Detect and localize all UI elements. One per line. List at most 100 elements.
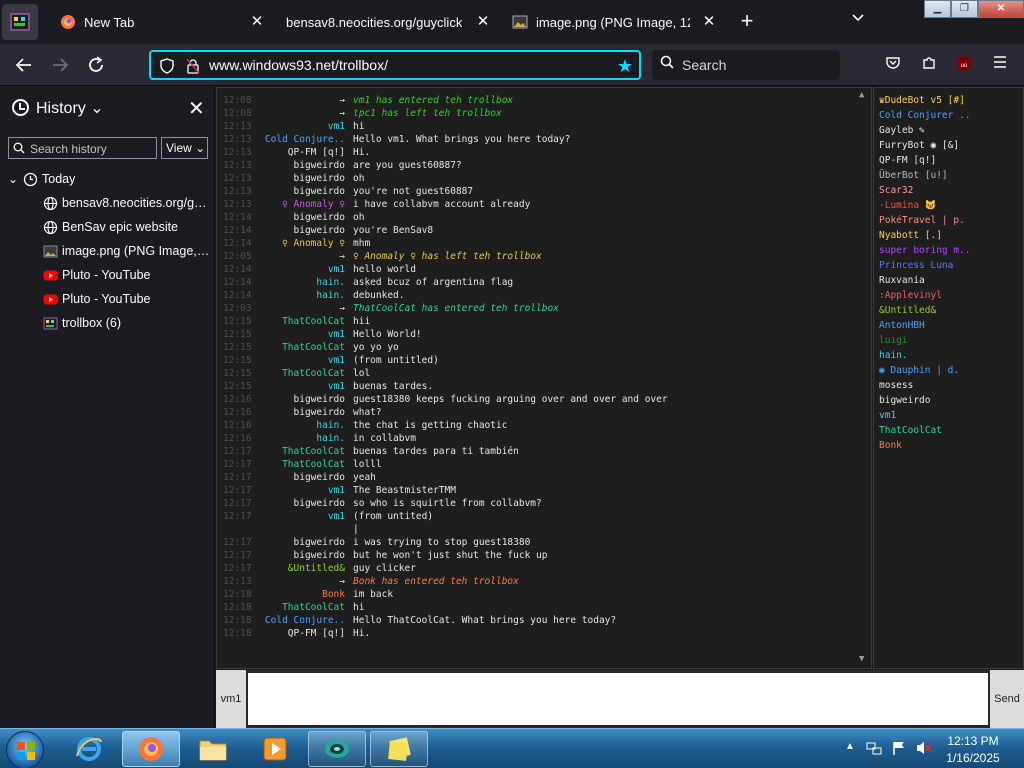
user-list-item[interactable]: luigi xyxy=(879,333,1009,348)
message-nick[interactable]: bigweirdo xyxy=(294,211,345,224)
user-list-item[interactable]: FurryBot ◉ [&] xyxy=(879,138,1009,153)
user-list-item[interactable]: Princess Luna xyxy=(879,258,1009,273)
trollbox-app-icon[interactable] xyxy=(2,4,38,40)
sidebar-title[interactable]: History ⌄ xyxy=(36,98,104,118)
bookmark-star-icon[interactable]: ★ xyxy=(615,56,635,76)
user-list-item[interactable]: AntonHBH xyxy=(879,318,1009,333)
reload-button[interactable] xyxy=(83,53,109,77)
menu-hamburger-icon[interactable] xyxy=(990,55,1010,75)
message-nick[interactable]: QP-FM [q!] xyxy=(288,627,345,640)
message-nick[interactable]: bigweirdo xyxy=(294,393,345,406)
user-list-item[interactable]: mosess xyxy=(879,378,1009,393)
message-nick[interactable]: bigweirdo xyxy=(294,224,345,237)
message-nick[interactable]: vm1 xyxy=(328,263,345,276)
message-nick[interactable]: QP-FM [q!] xyxy=(288,146,345,159)
user-list-item[interactable]: vm1 xyxy=(879,408,1009,423)
tab-close-button[interactable]: ✕ xyxy=(700,13,718,31)
ublock-origin-icon[interactable]: uo xyxy=(954,55,974,75)
clock-time[interactable]: 12:13 PM xyxy=(940,734,1006,748)
message-nick[interactable]: vm1 xyxy=(328,354,345,367)
user-list-item[interactable]: Scar32 xyxy=(879,183,1009,198)
history-search-input[interactable]: Search history xyxy=(8,137,157,159)
user-list-item[interactable]: Bonk xyxy=(879,438,1009,453)
history-item[interactable]: Pluto - YouTube xyxy=(0,264,214,286)
message-nick[interactable]: vm1 xyxy=(328,120,345,133)
message-nick[interactable]: bigweirdo xyxy=(294,497,345,510)
user-list-item[interactable]: ◉ Dauphin | d. xyxy=(879,363,1009,378)
user-list-item[interactable]: ÜberBot [u!] xyxy=(879,168,1009,183)
chat-scrollbar[interactable]: ▲ ▼ xyxy=(857,88,871,668)
pocket-icon[interactable] xyxy=(883,55,903,75)
app-taskbar-icon[interactable] xyxy=(308,731,366,767)
firefox-taskbar-icon[interactable] xyxy=(122,731,180,767)
user-list-item[interactable]: :Applevinyl xyxy=(879,288,1009,303)
message-nick[interactable]: ThatCoolCat xyxy=(282,367,345,380)
clock-date[interactable]: 1/16/2025 xyxy=(940,751,1006,765)
media-player-icon[interactable] xyxy=(246,731,304,767)
message-nick[interactable]: vm1 xyxy=(328,328,345,341)
tab-new-tab[interactable]: New Tab ✕ xyxy=(60,4,270,40)
user-list-item[interactable]: bigweirdo xyxy=(879,393,1009,408)
message-nick[interactable]: bigweirdo xyxy=(294,185,345,198)
message-nick[interactable]: bigweirdo xyxy=(294,159,345,172)
close-window-button[interactable]: ✕ xyxy=(978,0,1024,18)
back-button[interactable] xyxy=(11,53,37,77)
network-icon[interactable] xyxy=(866,740,882,759)
tab-image-png[interactable]: image.png (PNG Image, 1223 ✕ xyxy=(512,4,722,40)
message-nick[interactable]: vm1 xyxy=(328,380,345,393)
show-hidden-icons-chevron-icon[interactable]: ▲ xyxy=(845,741,855,752)
extensions-puzzle-icon[interactable] xyxy=(919,55,939,75)
message-nick[interactable]: ♀ Anomaly ♀ xyxy=(282,237,345,250)
message-input[interactable] xyxy=(248,673,988,725)
message-nick[interactable]: &Untitled& xyxy=(288,562,345,575)
message-nick[interactable]: bigweirdo xyxy=(294,406,345,419)
user-list-item[interactable]: Nyabott [.] xyxy=(879,228,1009,243)
message-nick[interactable]: hain. xyxy=(316,432,345,445)
scroll-up-icon[interactable]: ▲ xyxy=(859,90,864,100)
url-bar[interactable]: www.windows93.net/trollbox/ ★ xyxy=(149,50,641,80)
message-nick[interactable]: Bonk xyxy=(322,588,345,601)
online-users-list[interactable]: ♛DudeBot v5 [#] Cold Conjurer .. Gayleb ✎ F… xyxy=(873,87,1024,669)
message-nick[interactable]: ThatCoolCat xyxy=(282,458,345,471)
history-item[interactable]: BenSav epic website xyxy=(0,216,214,238)
sidebar-close-button[interactable]: ✕ xyxy=(188,96,205,121)
message-nick[interactable]: ThatCoolCat xyxy=(282,315,345,328)
user-list-item[interactable]: QP-FM [q!] xyxy=(879,153,1009,168)
message-nick[interactable]: ThatCoolCat xyxy=(282,445,345,458)
message-nick[interactable]: hain. xyxy=(316,276,345,289)
forward-button[interactable] xyxy=(47,53,73,77)
message-nick[interactable]: ThatCoolCat xyxy=(282,341,345,354)
user-list-item[interactable]: PokéTravel | p. xyxy=(879,213,1009,228)
tab-guyclicker[interactable]: bensav8.neocities.org/guyclicker ✕ xyxy=(286,4,496,40)
history-item[interactable]: Pluto - YouTube xyxy=(0,288,214,310)
lock-icon[interactable] xyxy=(183,56,203,76)
send-button[interactable]: Send xyxy=(990,670,1024,728)
user-list-item[interactable]: Gayleb ✎ xyxy=(879,123,1009,138)
sticky-notes-icon[interactable] xyxy=(370,731,428,767)
search-bar[interactable]: Search xyxy=(652,50,840,80)
message-nick[interactable]: bigweirdo xyxy=(294,471,345,484)
tab-close-button[interactable]: ✕ xyxy=(248,13,266,31)
file-explorer-icon[interactable] xyxy=(184,731,242,767)
user-list-item[interactable]: Ruxvania xyxy=(879,273,1009,288)
scroll-down-icon[interactable]: ▼ xyxy=(859,654,864,664)
history-item[interactable]: trollbox (6) xyxy=(0,312,214,334)
tab-close-button[interactable]: ✕ xyxy=(474,13,492,31)
view-dropdown[interactable]: View ⌄ xyxy=(161,137,208,159)
nickname-button[interactable]: vm1 xyxy=(216,670,246,728)
message-nick[interactable]: Cold Conjure.. xyxy=(265,614,345,627)
message-nick[interactable]: bigweirdo xyxy=(294,536,345,549)
history-item[interactable]: image.png (PNG Image, 1... xyxy=(0,240,214,262)
user-list-item[interactable]: ♛DudeBot v5 [#] xyxy=(879,93,1009,108)
history-item[interactable]: bensav8.neocities.org/guy... xyxy=(0,192,214,214)
start-button[interactable] xyxy=(6,731,44,768)
maximize-button[interactable]: ❐ xyxy=(951,0,978,18)
user-list-item[interactable]: hain. xyxy=(879,348,1009,363)
user-list-item[interactable]: Cold Conjurer .. xyxy=(879,108,1009,123)
history-group-today[interactable]: ⌄ Today xyxy=(0,168,214,190)
message-nick[interactable]: ♀ Anomaly ♀ xyxy=(282,198,345,211)
user-list-item[interactable]: super boring m.. xyxy=(879,243,1009,258)
message-nick[interactable]: hain. xyxy=(316,419,345,432)
message-nick[interactable]: bigweirdo xyxy=(294,549,345,562)
internet-explorer-icon[interactable] xyxy=(60,731,118,767)
